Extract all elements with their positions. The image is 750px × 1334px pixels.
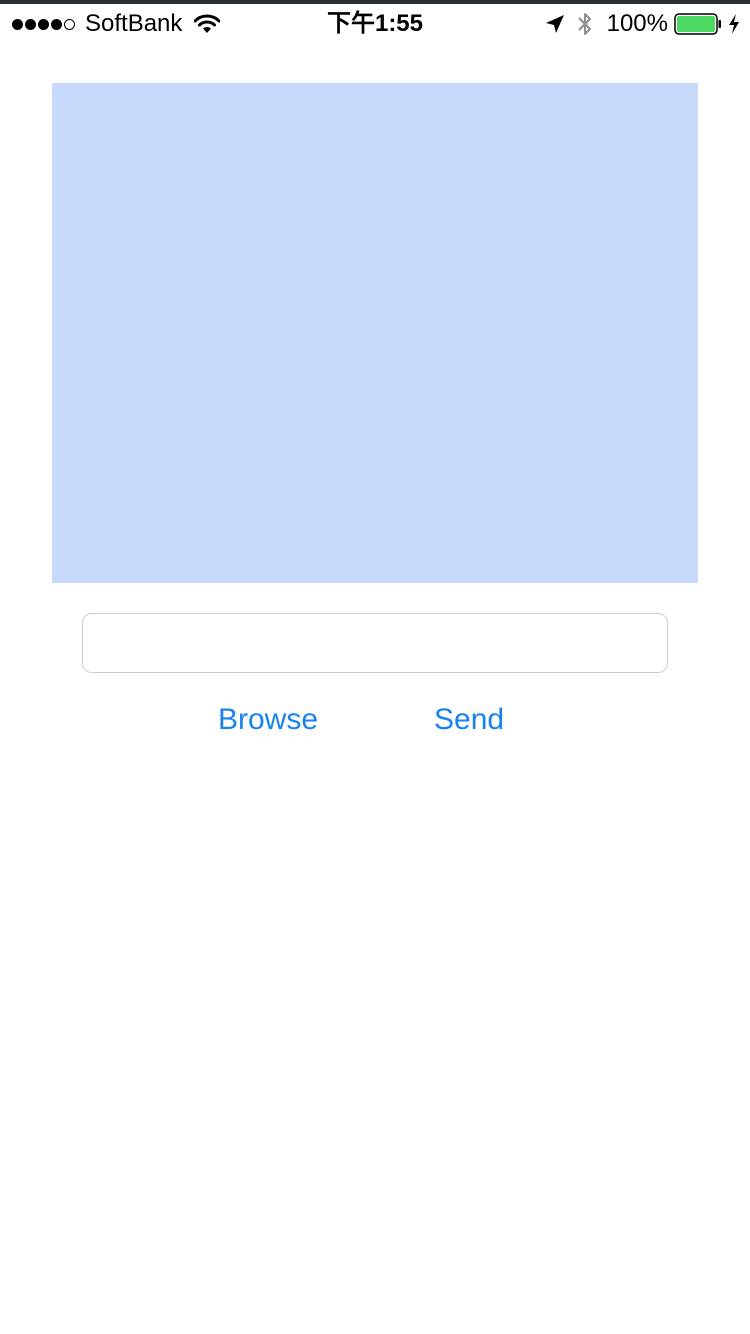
status-right: 100% bbox=[545, 10, 740, 38]
bluetooth-icon bbox=[577, 13, 591, 35]
battery-icon bbox=[674, 13, 721, 35]
battery-percentage: 100% bbox=[606, 10, 668, 37]
status-bar: SoftBank 下午1:55 100% bbox=[0, 4, 750, 44]
send-button[interactable]: Send bbox=[434, 698, 504, 742]
browse-button[interactable]: Browse bbox=[218, 698, 318, 742]
charging-icon bbox=[729, 14, 739, 34]
app-screen: SoftBank 下午1:55 100% Browse Send bbox=[0, 0, 750, 1334]
image-preview-panel bbox=[52, 83, 698, 583]
message-input[interactable] bbox=[82, 613, 668, 673]
location-arrow-icon bbox=[545, 15, 564, 33]
